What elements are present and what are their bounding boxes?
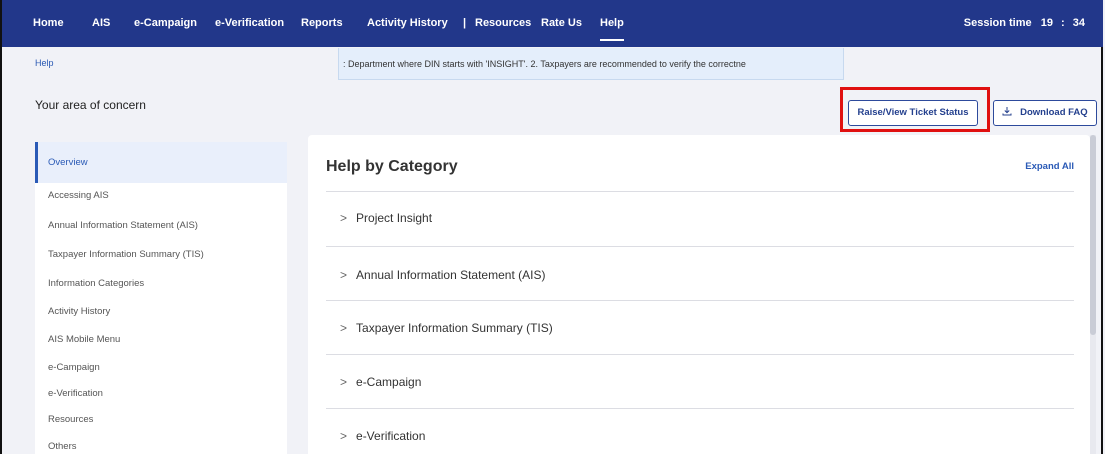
- download-faq-label: Download FAQ: [1020, 107, 1088, 118]
- nav-ais[interactable]: AIS: [92, 0, 110, 47]
- category-e-campaign[interactable]: > e-Campaign: [340, 375, 421, 389]
- nav-e-campaign[interactable]: e-Campaign: [134, 0, 197, 47]
- nav-home[interactable]: Home: [33, 0, 64, 47]
- chevron-right-icon: >: [340, 211, 348, 225]
- sidebar-item-ais-mobile-menu[interactable]: AIS Mobile Menu: [35, 334, 287, 345]
- sidebar-item-activity-history[interactable]: Activity History: [35, 306, 287, 317]
- session-label: Session time: [963, 17, 1032, 29]
- nav-reports[interactable]: Reports: [301, 0, 343, 47]
- sidebar-item-ais[interactable]: Annual Information Statement (AIS): [35, 220, 287, 231]
- sidebar-item-e-campaign[interactable]: e-Campaign: [35, 362, 287, 373]
- category-label: Project Insight: [356, 211, 433, 225]
- nav-e-verification[interactable]: e-Verification: [215, 0, 284, 47]
- sidebar-item-information-categories[interactable]: Information Categories: [35, 278, 287, 289]
- nav-activity-history[interactable]: Activity History: [367, 0, 448, 47]
- top-navigation: Home AIS e-Campaign e-Verification Repor…: [2, 0, 1103, 47]
- expand-all-link[interactable]: Expand All: [1025, 161, 1074, 172]
- category-e-verification[interactable]: > e-Verification: [340, 429, 425, 443]
- area-of-concern-title: Your area of concern: [35, 98, 146, 112]
- category-label: Annual Information Statement (AIS): [356, 268, 546, 282]
- chevron-right-icon: >: [340, 268, 348, 282]
- divider: [326, 246, 1074, 247]
- scrollbar-thumb[interactable]: [1090, 135, 1096, 335]
- announcement-marquee: : Department where DIN starts with 'INSI…: [338, 48, 844, 80]
- raise-ticket-label: Raise/View Ticket Status: [857, 107, 969, 118]
- divider: [326, 354, 1074, 355]
- raise-ticket-button[interactable]: Raise/View Ticket Status: [848, 100, 978, 126]
- sidebar-item-others[interactable]: Others: [35, 441, 287, 452]
- session-minutes: 19: [1040, 17, 1053, 29]
- category-label: e-Campaign: [356, 375, 422, 389]
- category-tis[interactable]: > Taxpayer Information Summary (TIS): [340, 321, 553, 335]
- divider: [326, 191, 1074, 192]
- session-timer: Session time 19 : 34: [964, 0, 1085, 47]
- category-label: Taxpayer Information Summary (TIS): [356, 321, 553, 335]
- sidebar-item-resources[interactable]: Resources: [35, 414, 287, 425]
- session-seconds: 34: [1072, 17, 1085, 29]
- scrollbar[interactable]: [1090, 135, 1096, 454]
- sidebar-item-accessing-ais[interactable]: Accessing AIS: [35, 190, 287, 201]
- session-colon: :: [1061, 17, 1065, 29]
- category-project-insight[interactable]: > Project Insight: [340, 211, 432, 225]
- sidebar-item-tis[interactable]: Taxpayer Information Summary (TIS): [35, 249, 287, 260]
- download-icon: [1002, 107, 1015, 118]
- panel-title: Help by Category: [326, 158, 458, 175]
- breadcrumb[interactable]: Help: [35, 58, 54, 68]
- sidebar: Overview Accessing AIS Annual Informatio…: [35, 142, 287, 454]
- nav-resources[interactable]: Resources: [475, 0, 531, 47]
- nav-separator: |: [463, 17, 467, 29]
- nav-active-indicator: [600, 39, 624, 41]
- chevron-right-icon: >: [340, 375, 348, 389]
- sidebar-item-overview[interactable]: Overview: [35, 142, 287, 183]
- nav-rate-us[interactable]: Rate Us: [541, 0, 582, 47]
- divider: [326, 300, 1074, 301]
- sidebar-item-e-verification[interactable]: e-Verification: [35, 388, 287, 399]
- category-label: e-Verification: [356, 429, 426, 443]
- chevron-right-icon: >: [340, 321, 348, 335]
- help-category-panel: Help by Category Expand All > Project Ins…: [308, 135, 1090, 454]
- download-faq-button[interactable]: Download FAQ: [993, 100, 1097, 126]
- category-ais[interactable]: > Annual Information Statement (AIS): [340, 268, 545, 282]
- divider: [326, 408, 1074, 409]
- chevron-right-icon: >: [340, 429, 348, 443]
